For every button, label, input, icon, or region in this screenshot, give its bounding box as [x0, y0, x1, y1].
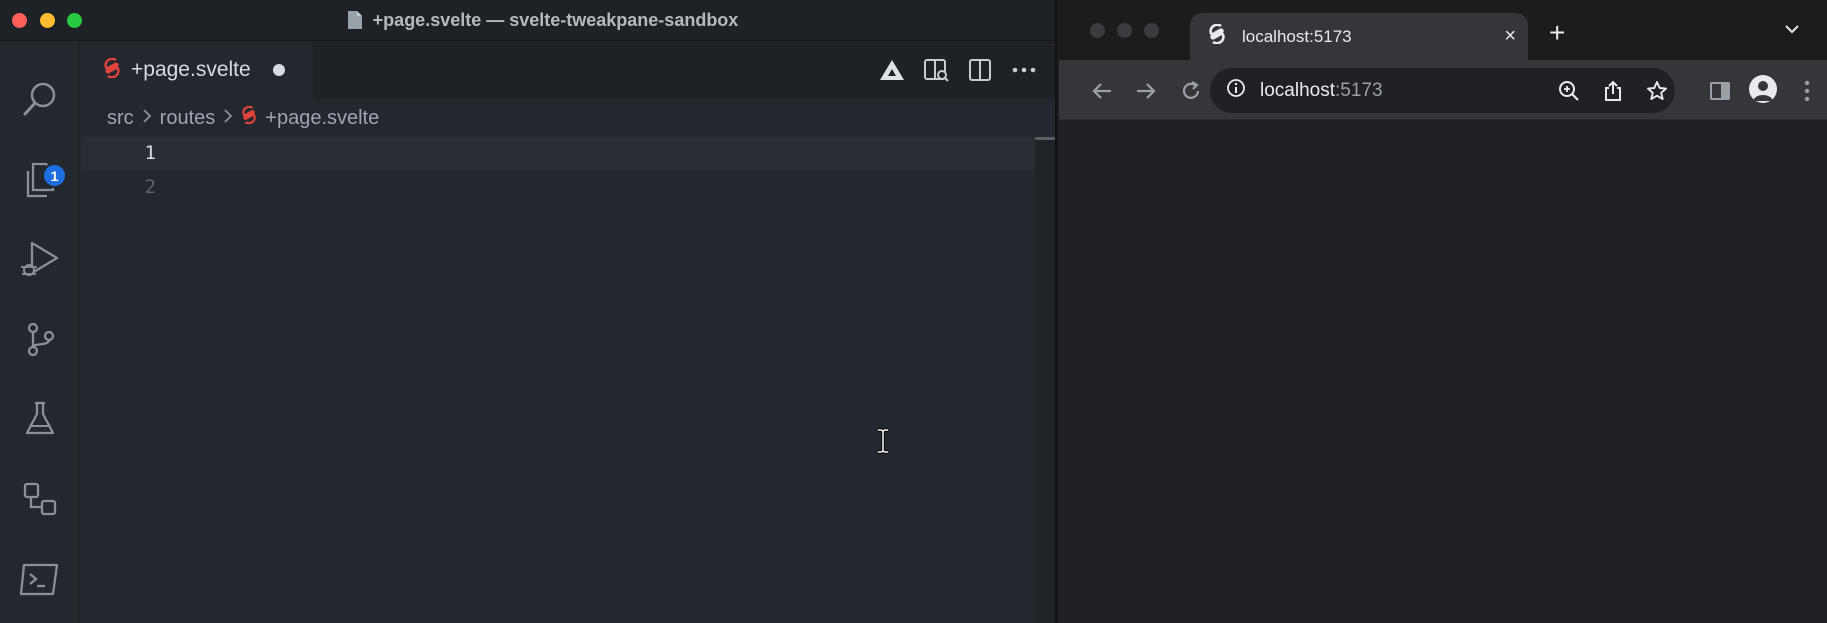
- close-window-button[interactable]: [1090, 23, 1105, 38]
- address-bar[interactable]: localhost:5173: [1210, 68, 1675, 113]
- info-icon[interactable]: [1226, 78, 1246, 103]
- more-actions-icon[interactable]: [1011, 57, 1037, 83]
- editor-scrollbar[interactable]: [1035, 137, 1055, 623]
- open-preview-icon[interactable]: [923, 57, 949, 83]
- menu-kebab-icon[interactable]: [1794, 78, 1820, 104]
- split-editor-icon[interactable]: [967, 57, 993, 83]
- text-cursor-icon: [876, 428, 890, 459]
- current-line-highlight: [81, 137, 1035, 170]
- svelte-icon: [241, 105, 257, 130]
- zoom-window-button[interactable]: [1144, 23, 1159, 38]
- side-panel-icon[interactable]: [1707, 78, 1733, 104]
- browser-tab-strip: localhost:5173 × +: [1059, 0, 1827, 60]
- tab-page-svelte[interactable]: +page.svelte: [81, 41, 313, 99]
- svelte-icon: [103, 57, 121, 83]
- activity-bar: 1: [0, 41, 80, 623]
- forward-arrow-icon[interactable]: [1133, 78, 1159, 104]
- remote-explorer-icon[interactable]: [18, 477, 62, 521]
- reload-icon[interactable]: [1178, 78, 1204, 104]
- share-icon[interactable]: [1600, 78, 1626, 104]
- breadcrumb-file[interactable]: +page.svelte: [265, 107, 379, 130]
- close-tab-icon[interactable]: ×: [1504, 25, 1516, 48]
- line-number: 1: [144, 142, 156, 164]
- zoom-icon[interactable]: [1556, 78, 1582, 104]
- chevron-right-icon: [223, 108, 233, 129]
- close-window-button[interactable]: [12, 13, 27, 28]
- new-tab-button[interactable]: +: [1549, 19, 1565, 47]
- editor-tab-bar: +page.svelte: [81, 41, 1055, 99]
- chevron-right-icon: [142, 108, 152, 129]
- terminal-icon[interactable]: [18, 557, 62, 601]
- window-title: +page.svelte — svelte-tweakpane-sandbox: [372, 9, 739, 30]
- vscode-titlebar: +page.svelte — svelte-tweakpane-sandbox: [0, 0, 1055, 41]
- scrollbar-cursor-marker: [1035, 137, 1055, 140]
- vscode-window: +page.svelte — svelte-tweakpane-sandbox …: [0, 0, 1057, 623]
- breadcrumb-src[interactable]: src: [107, 107, 134, 130]
- explorer-badge: 1: [42, 163, 67, 188]
- browser-toolbar: localhost:5173: [1059, 60, 1827, 120]
- url-text: localhost:5173: [1260, 80, 1383, 102]
- line-number: 2: [144, 176, 156, 198]
- source-control-icon[interactable]: [18, 317, 62, 361]
- url-port: :5173: [1335, 79, 1383, 101]
- svelte-icon: [1208, 23, 1226, 49]
- unsaved-dot-icon[interactable]: [272, 64, 285, 76]
- zoom-window-button[interactable]: [67, 13, 82, 28]
- breadcrumb-routes[interactable]: routes: [160, 107, 216, 130]
- browser-tab-title: localhost:5173: [1242, 26, 1352, 46]
- profile-icon[interactable]: [1749, 75, 1777, 103]
- minimize-window-button[interactable]: [1117, 23, 1132, 38]
- url-host: localhost: [1260, 79, 1335, 101]
- chevron-down-icon[interactable]: [1784, 22, 1800, 40]
- minimize-window-button[interactable]: [40, 13, 55, 28]
- prettier-icon[interactable]: [879, 57, 905, 83]
- browser-tab[interactable]: localhost:5173 ×: [1190, 13, 1528, 60]
- bookmark-star-icon[interactable]: [1644, 78, 1670, 104]
- code-editor[interactable]: 1 2: [81, 137, 1035, 623]
- page-viewport[interactable]: [1059, 121, 1827, 623]
- browser-window: localhost:5173 × + localhost:5173: [1059, 0, 1827, 623]
- run-debug-icon[interactable]: [18, 237, 62, 281]
- tab-label: +page.svelte: [131, 58, 251, 81]
- breadcrumb: src routes +page.svelte: [81, 99, 1055, 137]
- back-arrow-icon[interactable]: [1089, 78, 1115, 104]
- testing-flask-icon[interactable]: [18, 397, 62, 441]
- search-icon[interactable]: [18, 77, 62, 121]
- document-icon: [347, 10, 363, 30]
